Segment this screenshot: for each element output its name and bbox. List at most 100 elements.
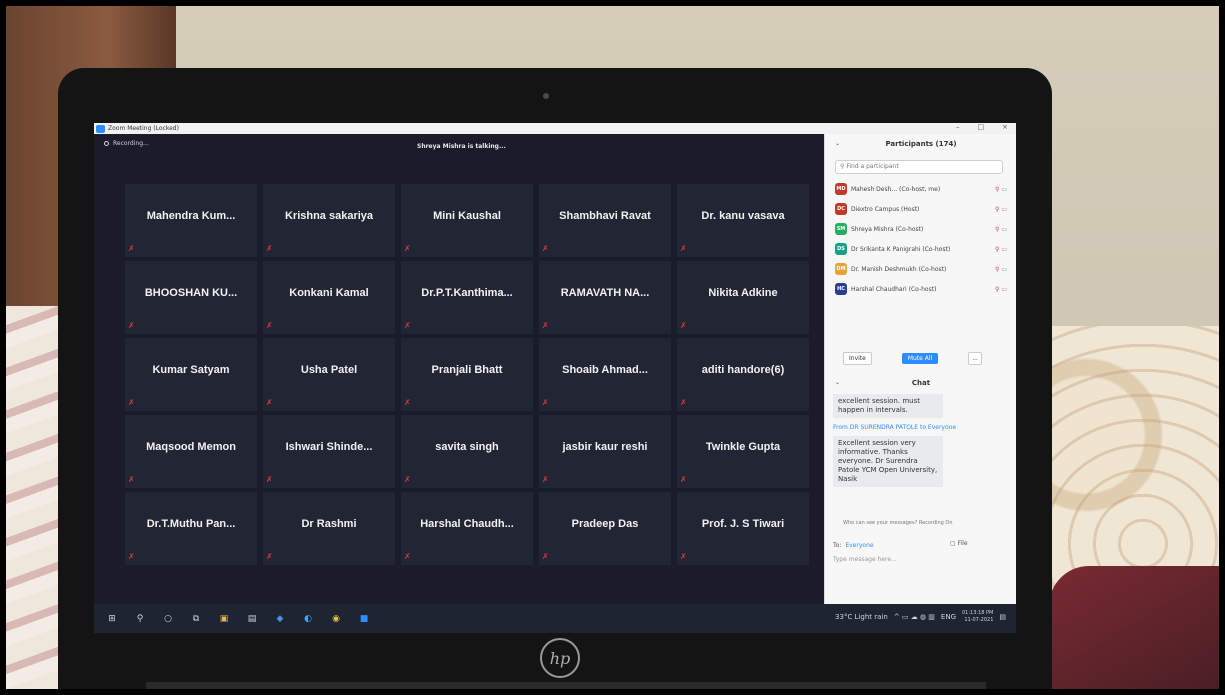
- muted-mic-icon: ✗: [266, 552, 273, 561]
- task-view-icon[interactable]: ⧉: [186, 609, 206, 629]
- file-explorer-icon[interactable]: ▣: [214, 609, 234, 629]
- video-tile[interactable]: aditi handore(6) ✗: [676, 337, 810, 412]
- video-tile[interactable]: Mini Kaushal ✗: [400, 183, 534, 258]
- window-controls: – □ ×: [956, 123, 1008, 131]
- video-gallery: Recording... Shreya Mishra is talking...…: [94, 134, 824, 604]
- mic-camera-icon[interactable]: ⚲ ▭: [995, 186, 1007, 193]
- participant-row[interactable]: DS Dr Srikanta K Panigrahi (Co-host) ⚲ ▭: [835, 239, 1007, 259]
- participant-name: Harshal Chaudh...: [420, 518, 514, 530]
- pillow: [1049, 566, 1219, 689]
- clock[interactable]: 01:13:18 PM 11-07-2021: [962, 610, 993, 624]
- video-tile[interactable]: Dr.T.Muthu Pan... ✗: [124, 491, 258, 566]
- participant-name: Nikita Adkine: [708, 287, 778, 299]
- chat-visibility-hint[interactable]: Who can see your messages? Recording On: [843, 520, 953, 526]
- language-indicator[interactable]: ENG: [941, 613, 956, 621]
- video-tile[interactable]: Konkani Kamal ✗: [262, 260, 396, 335]
- participant-search-input[interactable]: ⚲ Find a participant: [835, 160, 1003, 174]
- mic-camera-icon[interactable]: ⚲ ▭: [995, 266, 1007, 273]
- participant-row[interactable]: DC Diextro Campus (Host) ⚲ ▭: [835, 199, 1007, 219]
- start-icon[interactable]: ⊞: [102, 609, 122, 629]
- recording-indicator[interactable]: Recording...: [104, 140, 149, 147]
- video-tile[interactable]: Dr.P.T.Kanthima... ✗: [400, 260, 534, 335]
- avatar: DC: [835, 203, 847, 215]
- window-titlebar: Zoom Meeting (Locked) – □ ×: [94, 123, 1016, 134]
- mic-camera-icon[interactable]: ⚲ ▭: [995, 246, 1007, 253]
- video-tile[interactable]: Harshal Chaudh... ✗: [400, 491, 534, 566]
- mic-camera-icon[interactable]: ⚲ ▭: [995, 226, 1007, 233]
- participant-name: Prof. J. S Tiwari: [701, 518, 785, 530]
- dropbox-icon[interactable]: ◆: [270, 609, 290, 629]
- participant-row[interactable]: DM Dr. Manish Deshmukh (Co-host) ⚲ ▭: [835, 259, 1007, 279]
- chat-input[interactable]: Type message here...: [833, 556, 897, 563]
- participant-list-name: Dr Srikanta K Panigrahi (Co-host): [851, 245, 951, 253]
- muted-mic-icon: ✗: [266, 398, 273, 407]
- video-tile[interactable]: Dr. kanu vasava ✗: [676, 183, 810, 258]
- participant-name: RAMAVATH NA...: [560, 287, 650, 299]
- muted-mic-icon: ✗: [680, 321, 687, 330]
- notification-icon[interactable]: ▤: [999, 613, 1006, 621]
- video-tile[interactable]: savita singh ✗: [400, 414, 534, 489]
- muted-mic-icon: ✗: [404, 321, 411, 330]
- video-tile[interactable]: BHOOSHAN KU... ✗: [124, 260, 258, 335]
- mic-camera-icon[interactable]: ⚲ ▭: [995, 286, 1007, 293]
- clock-date: 11-07-2021: [964, 617, 994, 623]
- store-icon[interactable]: ▤: [242, 609, 262, 629]
- video-tile[interactable]: Krishna sakariya ✗: [262, 183, 396, 258]
- cortana-icon[interactable]: ○: [158, 609, 178, 629]
- video-tile[interactable]: Maqsood Memon ✗: [124, 414, 258, 489]
- video-tile[interactable]: Usha Patel ✗: [262, 337, 396, 412]
- video-tile[interactable]: Shambhavi Ravat ✗: [538, 183, 672, 258]
- participant-name: Dr. kanu vasava: [701, 210, 785, 222]
- more-button[interactable]: ...: [968, 352, 982, 365]
- participant-row[interactable]: MD Mahesh Desh... (Co-host, me) ⚲ ▭: [835, 179, 1007, 199]
- participant-name: Kumar Satyam: [152, 364, 230, 376]
- participant-row[interactable]: SM Shreya Mishra (Co-host) ⚲ ▭: [835, 219, 1007, 239]
- minimize-icon[interactable]: –: [956, 123, 960, 131]
- muted-mic-icon: ✗: [542, 398, 549, 407]
- chat-message: Excellent session very informative. Than…: [833, 436, 943, 487]
- edge-icon[interactable]: ◐: [298, 609, 318, 629]
- chrome-icon[interactable]: ◉: [326, 609, 346, 629]
- video-tile[interactable]: Kumar Satyam ✗: [124, 337, 258, 412]
- recipient-select[interactable]: Everyone: [845, 542, 873, 549]
- recording-label: Recording...: [113, 140, 149, 147]
- muted-mic-icon: ✗: [680, 244, 687, 253]
- mute-all-button[interactable]: Mute All: [901, 353, 939, 364]
- file-button[interactable]: ▢ File: [950, 540, 968, 547]
- active-speaker-label: Shreya Mishra is talking...: [417, 143, 506, 150]
- participant-name: Krishna sakariya: [284, 210, 374, 222]
- windows-taskbar: ⊞ ⚲ ○ ⧉ ▣ ▤ ◆ ◐ ◉ ■ 33°C Light rain ^ ▭ …: [94, 604, 1016, 633]
- weather-text[interactable]: 33°C Light rain: [835, 613, 888, 621]
- participant-name: Usha Patel: [300, 364, 358, 376]
- file-icon: ▢: [950, 540, 958, 547]
- tray-icons[interactable]: ^ ▭ ☁ ◍ ▥: [894, 613, 935, 621]
- close-icon[interactable]: ×: [1002, 123, 1008, 131]
- video-tile[interactable]: Prof. J. S Tiwari ✗: [676, 491, 810, 566]
- invite-button[interactable]: Invite: [843, 352, 872, 365]
- participant-list-name: Dr. Manish Deshmukh (Co-host): [851, 265, 947, 273]
- participant-list-name: Diextro Campus (Host): [851, 205, 920, 213]
- mic-camera-icon[interactable]: ⚲ ▭: [995, 206, 1007, 213]
- laptop: Zoom Meeting (Locked) – □ × Recording...…: [58, 68, 1052, 689]
- side-panel: ⌄ Participants (174) ⚲ Find a participan…: [824, 134, 1016, 604]
- video-tile[interactable]: Ishwari Shinde... ✗: [262, 414, 396, 489]
- video-tile[interactable]: Mahendra Kum... ✗: [124, 183, 258, 258]
- video-tile[interactable]: Shoaib Ahmad... ✗: [538, 337, 672, 412]
- video-tile[interactable]: RAMAVATH NA... ✗: [538, 260, 672, 335]
- video-tile[interactable]: Dr Rashmi ✗: [262, 491, 396, 566]
- file-label: File: [957, 540, 968, 547]
- participant-list-name: Harshal Chaudhari (Co-host): [851, 285, 937, 293]
- maximize-icon[interactable]: □: [978, 123, 985, 131]
- chat-title: Chat: [911, 379, 931, 387]
- avatar: SM: [835, 223, 847, 235]
- video-tile[interactable]: jasbir kaur reshi ✗: [538, 414, 672, 489]
- video-tile[interactable]: Pradeep Das ✗: [538, 491, 672, 566]
- zoom-taskbar-icon[interactable]: ■: [354, 609, 374, 629]
- participant-row[interactable]: HC Harshal Chaudhari (Co-host) ⚲ ▭: [835, 279, 1007, 299]
- video-tile[interactable]: Nikita Adkine ✗: [676, 260, 810, 335]
- search-icon[interactable]: ⚲: [130, 609, 150, 629]
- muted-mic-icon: ✗: [128, 475, 135, 484]
- video-tile[interactable]: Twinkle Gupta ✗: [676, 414, 810, 489]
- clock-time: 01:13:18 PM: [962, 610, 994, 616]
- video-tile[interactable]: Pranjali Bhatt ✗: [400, 337, 534, 412]
